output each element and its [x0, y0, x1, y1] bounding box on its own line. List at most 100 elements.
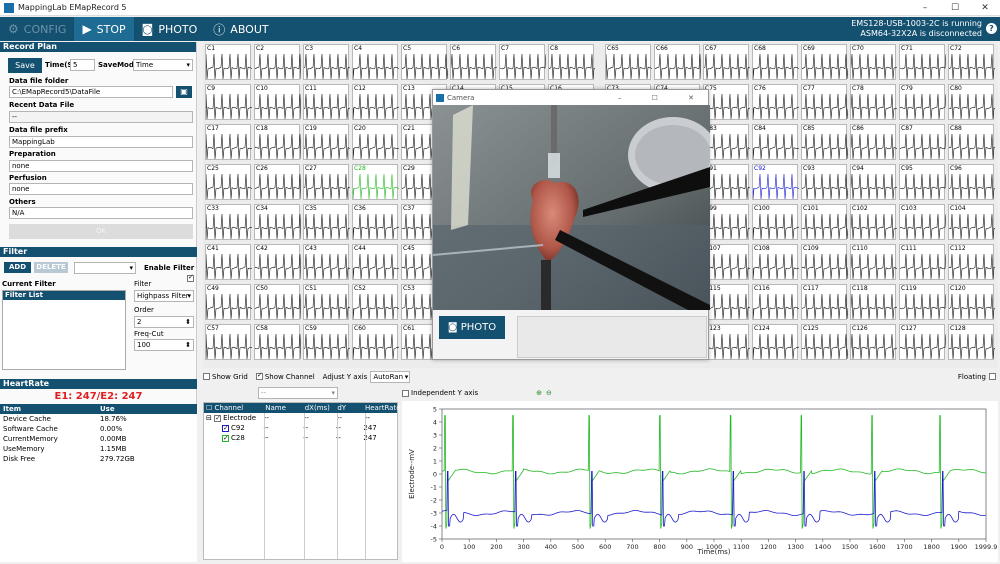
channel-cell-c49[interactable]: C49 [205, 284, 252, 320]
channel-cell-c117[interactable]: C117 [801, 284, 848, 320]
channel-cell-c71[interactable]: C71 [899, 44, 946, 80]
channel-dropdown[interactable]: -- ▾ [258, 387, 338, 399]
minimize-button[interactable]: – [910, 3, 940, 13]
channel-cell-c18[interactable]: C18 [254, 124, 301, 160]
prefix-input[interactable]: MappingLab [9, 136, 193, 148]
channel-cell-c66[interactable]: C66 [654, 44, 701, 80]
channel-cell-c59[interactable]: C59 [303, 324, 350, 360]
channel-col-header[interactable]: ☐ Channel [204, 403, 263, 413]
adjust-y-select[interactable]: AutoRan ▾ [370, 370, 411, 383]
channel-cell-c35[interactable]: C35 [303, 204, 350, 240]
channel-cell-c103[interactable]: C103 [899, 204, 946, 240]
ok-button[interactable]: OK [9, 224, 193, 239]
show-channel-checkbox[interactable] [255, 371, 263, 380]
channel-col-header[interactable]: dY [335, 403, 363, 413]
channel-cell-c43[interactable]: C43 [303, 244, 350, 280]
channel-cell-c100[interactable]: C100 [752, 204, 799, 240]
channel-cell-c77[interactable]: C77 [801, 84, 848, 120]
filter-list[interactable]: Filter List [2, 290, 126, 370]
channel-cell-c4[interactable]: C4 [352, 44, 399, 80]
time-input[interactable]: 5 [70, 59, 95, 71]
delete-filter-button[interactable]: DELETE [34, 262, 68, 273]
order-input[interactable]: 2 ⬍ [134, 316, 194, 328]
channel-cell-c17[interactable]: C17 [205, 124, 252, 160]
channel-cell-c95[interactable]: C95 [899, 164, 946, 200]
maximize-button[interactable]: ☐ [940, 3, 970, 13]
channel-cell-c88[interactable]: C88 [948, 124, 995, 160]
channel-cell-c109[interactable]: C109 [801, 244, 848, 280]
channel-col-header[interactable]: HeartRate [363, 403, 401, 413]
channel-cell-c127[interactable]: C127 [899, 324, 946, 360]
channel-row[interactable]: C92------247 [204, 423, 397, 433]
channel-cell-c33[interactable]: C33 [205, 204, 252, 240]
data-folder-input[interactable]: C:\EMapRecord5\DataFile [9, 86, 173, 98]
help-icon[interactable]: ? [986, 23, 997, 34]
channel-cell-c19[interactable]: C19 [303, 124, 350, 160]
channel-cell-c34[interactable]: C34 [254, 204, 301, 240]
electrode-group-row[interactable]: ⊟ Electrode -------- [204, 413, 397, 423]
channel-cell-c101[interactable]: C101 [801, 204, 848, 240]
channel-cell-c8[interactable]: C8 [548, 44, 595, 80]
enable-filter-checkbox[interactable] [187, 273, 194, 282]
channel-col-header[interactable]: Name [263, 403, 303, 413]
zoom-in-icon[interactable]: ⊕ [536, 389, 542, 397]
channel-cell-c85[interactable]: C85 [801, 124, 848, 160]
channel-cell-c28[interactable]: C28 [352, 164, 399, 200]
electrode-checkbox[interactable] [214, 413, 222, 423]
channel-cell-c94[interactable]: C94 [850, 164, 897, 200]
channel-cell-c119[interactable]: C119 [899, 284, 946, 320]
channel-cell-c6[interactable]: C6 [450, 44, 497, 80]
channel-cell-c108[interactable]: C108 [752, 244, 799, 280]
channel-cell-c84[interactable]: C84 [752, 124, 799, 160]
save-button[interactable]: Save [8, 58, 42, 73]
add-filter-button[interactable]: ADD [4, 262, 31, 273]
channel-cell-c76[interactable]: C76 [752, 84, 799, 120]
channel-cell-c79[interactable]: C79 [899, 84, 946, 120]
channel-cell-c111[interactable]: C111 [899, 244, 946, 280]
channel-cell-c120[interactable]: C120 [948, 284, 995, 320]
channel-cell-c26[interactable]: C26 [254, 164, 301, 200]
channel-cell-c87[interactable]: C87 [899, 124, 946, 160]
channel-cell-c104[interactable]: C104 [948, 204, 995, 240]
channel-cell-c25[interactable]: C25 [205, 164, 252, 200]
independent-y-checkbox[interactable] [402, 389, 409, 397]
channel-cell-c1[interactable]: C1 [205, 44, 252, 80]
close-button[interactable]: ✕ [970, 3, 1000, 13]
channel-cell-c124[interactable]: C124 [752, 324, 799, 360]
channel-cell-c102[interactable]: C102 [850, 204, 897, 240]
channel-cell-c7[interactable]: C7 [499, 44, 546, 80]
channel-cell-c92[interactable]: C92 [752, 164, 799, 200]
channel-cell-c128[interactable]: C128 [948, 324, 995, 360]
config-button[interactable]: ⚙ CONFIG [0, 17, 74, 41]
channel-cell-c110[interactable]: C110 [850, 244, 897, 280]
channel-cell-c57[interactable]: C57 [205, 324, 252, 360]
camera-photo-button[interactable]: ◙ PHOTO [439, 316, 505, 339]
filter-type-select[interactable]: Highpass Filter ▾ [134, 290, 194, 302]
folder-browse-icon[interactable]: ▣ [176, 86, 192, 98]
photo-button[interactable]: ◙ PHOTO [134, 17, 206, 41]
channel-checkbox[interactable] [222, 423, 229, 433]
channel-cell-c44[interactable]: C44 [352, 244, 399, 280]
channel-cell-c123[interactable]: C123 [703, 324, 750, 360]
channel-cell-c10[interactable]: C10 [254, 84, 301, 120]
stop-button[interactable]: ▶ STOP [74, 17, 134, 41]
channel-cell-c68[interactable]: C68 [752, 44, 799, 80]
channel-cell-c58[interactable]: C58 [254, 324, 301, 360]
channel-cell-c20[interactable]: C20 [352, 124, 399, 160]
channel-cell-c2[interactable]: C2 [254, 44, 301, 80]
channel-cell-c126[interactable]: C126 [850, 324, 897, 360]
channel-cell-c80[interactable]: C80 [948, 84, 995, 120]
channel-cell-c118[interactable]: C118 [850, 284, 897, 320]
zoom-out-icon[interactable]: ⊖ [546, 389, 552, 397]
channel-cell-c69[interactable]: C69 [801, 44, 848, 80]
freq-cut-input[interactable]: 100 ⬍ [134, 339, 194, 351]
channel-cell-c42[interactable]: C42 [254, 244, 301, 280]
channel-cell-c3[interactable]: C3 [303, 44, 350, 80]
channel-cell-c52[interactable]: C52 [352, 284, 399, 320]
channel-cell-c86[interactable]: C86 [850, 124, 897, 160]
channel-cell-c93[interactable]: C93 [801, 164, 848, 200]
channel-col-header[interactable]: dX(ms) [303, 403, 336, 413]
channel-cell-c50[interactable]: C50 [254, 284, 301, 320]
channel-cell-c125[interactable]: C125 [801, 324, 848, 360]
channel-cell-c112[interactable]: C112 [948, 244, 995, 280]
